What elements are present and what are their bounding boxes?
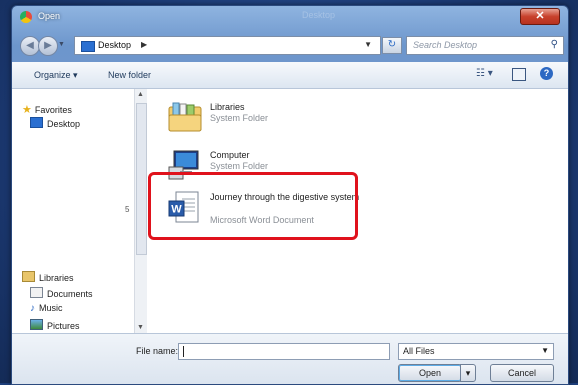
file-name: Computer: [210, 150, 250, 160]
nav-music-label: Music: [39, 303, 63, 313]
open-button[interactable]: Open: [398, 364, 462, 382]
file-type: System Folder: [210, 113, 269, 123]
filter-dropdown-icon[interactable]: ▼: [541, 346, 549, 355]
highlight-annotation: [148, 172, 358, 240]
back-arrow-icon: ◀: [26, 40, 34, 51]
forward-arrow-icon: ▶: [44, 40, 52, 51]
organize-menu[interactable]: Organize ▾: [34, 70, 78, 81]
nav-desktop-label: Desktop: [47, 119, 81, 129]
desktop-location-icon: [81, 41, 95, 52]
history-dropdown-icon[interactable]: ▼: [58, 41, 65, 48]
nav-documents-label: Documents: [47, 289, 93, 299]
open-options-button[interactable]: ▾: [460, 364, 476, 382]
libraries-folder-icon: [168, 102, 202, 132]
back-button[interactable]: ◀: [20, 36, 40, 56]
file-type-filter[interactable]: All Files ▼: [398, 343, 554, 360]
nav-music[interactable]: ♪ Music: [30, 303, 63, 314]
dialog-title: Open: [38, 11, 61, 21]
nav-favorites-label: Favorites: [34, 105, 72, 115]
nav-pictures-label: Pictures: [47, 321, 80, 331]
text-caret: [183, 346, 184, 357]
scroll-thumb[interactable]: [136, 103, 147, 255]
window-ghost-title: Desktop: [302, 10, 336, 20]
desktop-icon: [30, 117, 43, 128]
chrome-icon: [20, 11, 32, 23]
pictures-icon: [30, 319, 43, 330]
nav-favorites[interactable]: ★ Favorites: [22, 103, 72, 116]
breadcrumb-arrow-icon[interactable]: ▶: [141, 40, 147, 49]
command-bar: Organize ▾ New folder ☷ ▾ ?: [12, 62, 568, 89]
address-path[interactable]: Desktop: [98, 40, 131, 50]
title-bar[interactable]: Open Desktop ✕: [12, 6, 568, 28]
file-name-label: File name:: [136, 346, 179, 356]
file-type-filter-value: All Files: [403, 346, 435, 356]
close-button[interactable]: ✕: [520, 8, 560, 25]
music-icon: ♪: [30, 303, 35, 314]
nav-scrollbar[interactable]: ▲ ▼: [134, 89, 147, 333]
search-box[interactable]: Search Desktop ⚲: [406, 36, 564, 55]
preview-pane-icon[interactable]: [512, 68, 526, 81]
documents-icon: [30, 287, 43, 298]
nav-desktop[interactable]: Desktop: [30, 117, 80, 129]
address-bar[interactable]: Desktop ▶ ▼: [74, 36, 381, 55]
file-name-input[interactable]: [178, 343, 390, 360]
cancel-button[interactable]: Cancel: [490, 364, 554, 382]
libraries-icon: [22, 271, 35, 282]
file-type: System Folder: [210, 161, 269, 171]
refresh-button[interactable]: ↻: [382, 37, 402, 54]
change-view-icon[interactable]: ☷ ▾: [476, 68, 493, 79]
scroll-down-icon[interactable]: ▼: [137, 324, 144, 331]
nav-documents[interactable]: Documents: [30, 287, 93, 299]
stray-character: 5: [125, 205, 130, 214]
chevron-down-icon: ▾: [465, 368, 471, 378]
scroll-up-icon[interactable]: ▲: [137, 91, 144, 98]
dialog-footer: File name: All Files ▼ Open ▾ Cancel: [12, 333, 568, 384]
nav-libraries[interactable]: Libraries: [22, 271, 74, 283]
file-name: Libraries: [210, 102, 245, 112]
nav-pictures[interactable]: Pictures: [30, 319, 80, 331]
close-icon: ✕: [535, 10, 545, 22]
search-icon[interactable]: ⚲: [551, 39, 558, 50]
search-placeholder: Search Desktop: [413, 40, 478, 50]
file-item-libraries[interactable]: Libraries System Folder: [168, 99, 408, 137]
navigation-pane: ★ Favorites Desktop 5 Libraries Documents…: [12, 89, 134, 333]
favorites-star-icon: ★: [22, 104, 32, 116]
address-dropdown-icon[interactable]: ▼: [364, 40, 372, 49]
forward-button[interactable]: ▶: [38, 36, 58, 56]
refresh-icon: ↻: [387, 39, 397, 50]
nav-libraries-label: Libraries: [39, 273, 74, 283]
address-row: ◀ ▶ ▼ Desktop ▶ ▼ ↻ Search Desktop ⚲: [12, 31, 568, 57]
help-icon[interactable]: ?: [540, 67, 553, 80]
new-folder-button[interactable]: New folder: [108, 70, 151, 80]
